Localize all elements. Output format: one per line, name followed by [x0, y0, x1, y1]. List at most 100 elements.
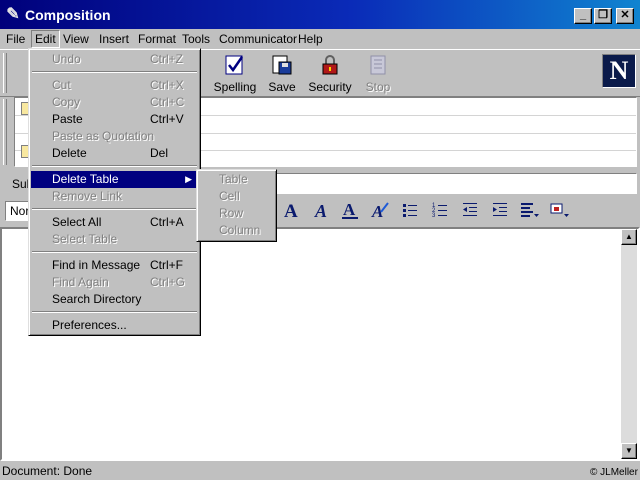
menu-separator: [32, 251, 197, 253]
decrease-indent-button[interactable]: [458, 200, 482, 222]
menu-item-label: Select Table: [52, 232, 118, 246]
scroll-up-arrow-icon: ▲: [625, 232, 633, 241]
netscape-logo[interactable]: N: [602, 54, 636, 88]
composer-app-icon[interactable]: ✎: [4, 6, 22, 24]
status-text: Document: Done: [2, 464, 93, 478]
menu-item-paste[interactable]: Paste Ctrl+V: [31, 111, 198, 128]
menu-edit[interactable]: Edit: [31, 30, 60, 48]
menu-item-delete-table[interactable]: Delete Table ▶: [31, 171, 198, 188]
menu-item-shortcut: Del: [150, 146, 169, 160]
menu-insert[interactable]: Insert: [99, 32, 129, 46]
menu-separator: [32, 71, 197, 73]
insert-image-icon: [550, 203, 569, 217]
spelling-button[interactable]: Spelling: [208, 54, 262, 96]
window-title: Composition: [25, 7, 111, 23]
italic-icon: A: [314, 201, 327, 220]
minimize-button[interactable]: _: [574, 8, 592, 24]
submenu-item-cell[interactable]: Cell: [219, 188, 240, 205]
svg-text:A: A: [284, 201, 298, 220]
menu-view[interactable]: View: [63, 32, 89, 46]
vertical-scrollbar[interactable]: ▲ ▼: [621, 229, 637, 459]
restore-icon: ❐: [598, 9, 608, 21]
toolbar-grip[interactable]: [3, 53, 7, 93]
menu-item-shortcut: Ctrl+V: [150, 112, 184, 126]
submenu-arrow-icon: ▶: [185, 174, 192, 184]
menu-item-shortcut: Ctrl+F: [150, 258, 183, 272]
submenu-item-row[interactable]: Row: [219, 205, 243, 222]
close-button[interactable]: ✕: [616, 8, 634, 24]
submenu-item-table[interactable]: Table: [219, 171, 248, 188]
save-label: Save: [268, 80, 296, 94]
stop-label: Stop: [365, 80, 391, 94]
delete-table-submenu: Table Cell Row Column: [196, 169, 277, 242]
menu-format[interactable]: Format: [138, 32, 176, 46]
svg-text:A: A: [314, 201, 327, 220]
menu-item-label: Cut: [52, 78, 71, 92]
menu-communicator[interactable]: Communicator: [219, 32, 297, 46]
status-bar: Document: Done: [0, 462, 640, 480]
security-label: Security: [308, 80, 352, 94]
close-icon: ✕: [620, 9, 630, 21]
menu-item-label: Paste: [52, 112, 83, 126]
increase-indent-button[interactable]: [488, 200, 512, 222]
menu-item-undo[interactable]: Undo Ctrl+Z: [31, 51, 198, 68]
text-color-icon: A: [371, 202, 389, 220]
insert-object-button[interactable]: [548, 200, 572, 222]
numbered-list-button[interactable]: 123: [428, 200, 452, 222]
edit-menu-dropdown: Undo Ctrl+Z Cut Ctrl+X Copy Ctrl+C Paste…: [28, 48, 201, 336]
increase-font-icon: A: [284, 201, 298, 220]
menu-item-delete[interactable]: Delete Del: [31, 145, 198, 162]
menu-item-shortcut: Ctrl+Z: [150, 52, 183, 66]
menu-item-preferences[interactable]: Preferences...: [31, 317, 198, 334]
stop-button[interactable]: Stop: [351, 54, 405, 96]
scroll-down-arrow-icon: ▼: [625, 446, 633, 455]
menu-separator: [32, 311, 197, 313]
scroll-down-button[interactable]: ▼: [621, 443, 637, 459]
watermark-credit: © JLMeller: [590, 467, 638, 478]
menu-item-label: Remove Link: [52, 189, 123, 203]
svg-text:A: A: [343, 200, 356, 219]
menu-item-select-all[interactable]: Select All Ctrl+A: [31, 214, 198, 231]
stop-icon: [370, 55, 386, 75]
menu-item-shortcut: Ctrl+G: [150, 275, 186, 289]
menu-item-label: Search Directory: [52, 292, 142, 306]
menu-item-shortcut: Ctrl+C: [150, 95, 185, 109]
bullet-list-button[interactable]: [398, 200, 422, 222]
menu-item-copy[interactable]: Copy Ctrl+C: [31, 94, 198, 111]
submenu-item-column[interactable]: Column: [219, 222, 260, 239]
save-icon: [272, 55, 292, 75]
menu-item-label: Find in Message: [52, 258, 141, 272]
underline-button[interactable]: A: [338, 200, 362, 222]
menu-item-select-table[interactable]: Select Table: [31, 231, 198, 248]
menu-item-find-in-message[interactable]: Find in Message Ctrl+F: [31, 257, 198, 274]
menu-item-paste-as-quotation[interactable]: Paste as Quotation: [31, 128, 198, 145]
security-lock-icon: [322, 55, 338, 75]
menu-item-shortcut: Ctrl+A: [150, 215, 184, 229]
menu-item-label: Find Again: [52, 275, 109, 289]
italic-button[interactable]: A: [309, 200, 333, 222]
title-bar[interactable]: ✎ Composition _ ❐ ✕: [0, 0, 640, 29]
menu-help[interactable]: Help: [298, 32, 323, 46]
minimize-icon: _: [579, 9, 587, 21]
menu-file[interactable]: File: [6, 32, 25, 46]
menu-item-search-directory[interactable]: Search Directory: [31, 291, 198, 308]
menu-item-cut[interactable]: Cut Ctrl+X: [31, 77, 198, 94]
address-grip[interactable]: [3, 99, 7, 165]
scroll-up-button[interactable]: ▲: [621, 229, 637, 245]
menu-tools[interactable]: Tools: [182, 32, 210, 46]
save-button[interactable]: Save: [255, 54, 309, 96]
bullet-list-icon: [403, 204, 417, 217]
spelling-icon: [225, 55, 244, 75]
decrease-indent-icon: [463, 203, 477, 216]
security-button[interactable]: Security: [303, 54, 357, 96]
menu-item-remove-link[interactable]: Remove Link: [31, 188, 198, 205]
restore-button[interactable]: ❐: [594, 8, 612, 24]
alignment-button[interactable]: [518, 200, 542, 222]
font-size-up-button[interactable]: A: [279, 200, 303, 222]
menu-item-label: Paste as Quotation: [52, 129, 155, 143]
text-color-button[interactable]: A: [368, 200, 392, 222]
menu-item-find-again[interactable]: Find Again Ctrl+G: [31, 274, 198, 291]
menu-separator: [32, 208, 197, 210]
spelling-label: Spelling: [213, 80, 257, 94]
menu-item-shortcut: Ctrl+X: [150, 78, 184, 92]
